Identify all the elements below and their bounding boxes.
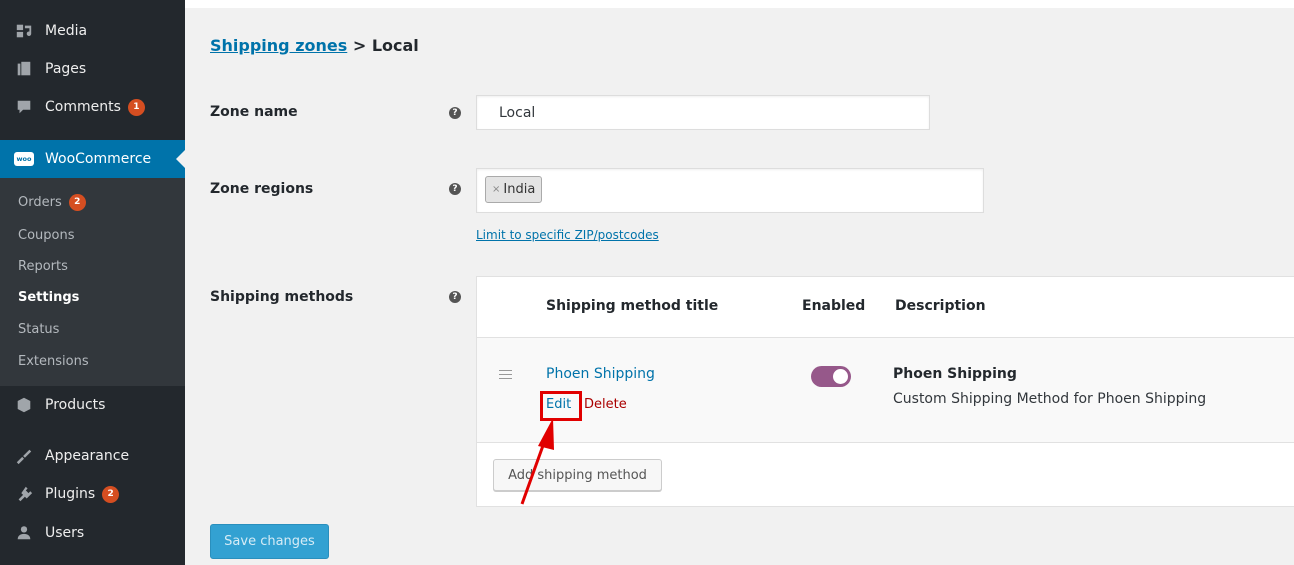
shipping-methods-label: Shipping methods [210, 289, 354, 305]
column-header-enabled: Enabled [802, 298, 866, 314]
submenu-item-coupons[interactable]: Coupons [18, 225, 75, 245]
toggle-knob [833, 369, 848, 384]
plugins-count-badge: 2 [102, 485, 120, 503]
menu-item-label: Products [45, 397, 106, 413]
breadcrumb-shipping-zones-link[interactable]: Shipping zones [210, 36, 347, 55]
woocommerce-icon: woo [14, 152, 34, 166]
menu-item-pages[interactable]: Pages [0, 51, 185, 87]
zone-name-label: Zone name [210, 104, 298, 120]
comments-icon [14, 97, 34, 117]
comments-count-badge: 1 [127, 98, 145, 116]
table-row: Phoen Shipping Edit Delete Phoen Shippin… [477, 338, 1294, 443]
menu-item-comments[interactable]: Comments 1 [0, 89, 185, 125]
zone-regions-select[interactable]: × India [476, 168, 984, 213]
menu-item-media[interactable]: Media [0, 13, 185, 49]
menu-item-label: Pages [45, 61, 87, 77]
method-title-link[interactable]: Phoen Shipping [546, 366, 655, 382]
method-description-text: Custom Shipping Method for Phoen Shippin… [893, 391, 1207, 407]
breadcrumb: Shipping zones > Local [210, 36, 419, 55]
submenu-item-status[interactable]: Status [18, 319, 59, 339]
admin-sidebar: Media Pages Comments 1 woo WooCommerce O… [0, 0, 185, 565]
shipping-methods-table: Shipping method title Enabled Descriptio… [476, 276, 1294, 507]
top-cut-strip [185, 0, 1294, 8]
menu-item-label: Media [45, 23, 88, 39]
menu-item-label: Comments [45, 99, 121, 115]
zone-regions-label: Zone regions [210, 181, 314, 197]
submenu-item-reports[interactable]: Reports [18, 256, 68, 276]
column-header-title: Shipping method title [546, 298, 719, 314]
help-icon[interactable]: ? [449, 291, 461, 303]
menu-item-woocommerce[interactable]: woo WooCommerce [0, 140, 185, 178]
breadcrumb-current: Local [371, 36, 419, 55]
current-menu-arrow [176, 150, 185, 168]
enabled-toggle[interactable] [811, 366, 851, 387]
table-header: Shipping method title Enabled Descriptio… [477, 277, 1294, 338]
add-shipping-method-button[interactable]: Add shipping method [493, 459, 662, 491]
drag-handle-icon[interactable] [499, 370, 512, 382]
menu-item-label: Appearance [45, 448, 130, 464]
breadcrumb-separator: > [347, 36, 372, 55]
pages-icon [14, 59, 34, 79]
save-changes-button[interactable]: Save changes [210, 524, 329, 559]
users-icon [14, 523, 34, 543]
submenu-item-settings[interactable]: Settings [18, 287, 79, 307]
orders-count-badge: 2 [68, 193, 86, 211]
plugins-icon [14, 484, 34, 504]
zone-name-input[interactable]: Local [476, 95, 930, 130]
delete-method-link[interactable]: Delete [584, 397, 627, 412]
menu-item-plugins[interactable]: Plugins 2 [0, 476, 185, 512]
submenu-label: Orders [18, 194, 62, 210]
menu-item-label: Plugins [45, 486, 96, 502]
edit-highlight-box [540, 391, 582, 421]
region-token-label: India [503, 182, 536, 197]
menu-item-appearance[interactable]: Appearance [0, 438, 185, 474]
menu-item-label: WooCommerce [45, 151, 152, 167]
media-icon [14, 21, 34, 41]
help-icon[interactable]: ? [449, 107, 461, 119]
submenu-item-extensions[interactable]: Extensions [18, 351, 89, 371]
menu-item-products[interactable]: Products [0, 387, 185, 423]
method-description-title: Phoen Shipping [893, 366, 1017, 382]
remove-token-icon[interactable]: × [492, 184, 500, 195]
help-icon[interactable]: ? [449, 183, 461, 195]
column-header-description: Description [895, 298, 986, 314]
menu-item-label: Users [45, 525, 85, 541]
menu-item-users[interactable]: Users [0, 515, 185, 551]
appearance-icon [14, 446, 34, 466]
submenu-item-orders[interactable]: Orders 2 [18, 192, 86, 212]
woocommerce-submenu: Orders 2 Coupons Reports Settings Status… [0, 178, 185, 386]
region-token-india[interactable]: × India [485, 176, 543, 203]
products-icon [14, 395, 34, 415]
limit-postcodes-link[interactable]: Limit to specific ZIP/postcodes [476, 228, 659, 242]
